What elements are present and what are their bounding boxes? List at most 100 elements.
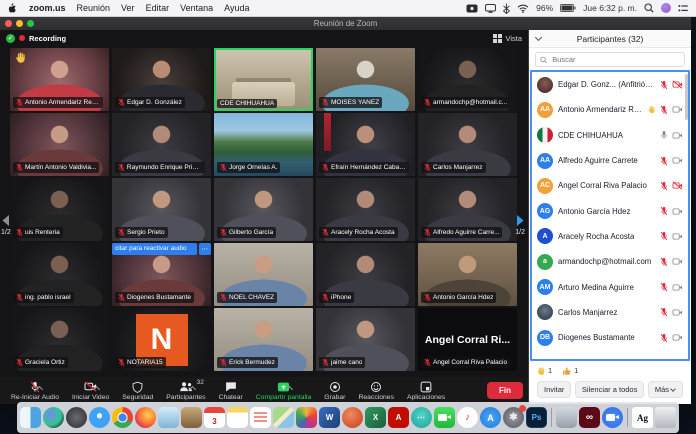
video-tile[interactable]: armandochp@hotmail.c... — [418, 48, 517, 111]
next-page-control[interactable]: 1/2 — [515, 214, 525, 236]
menu-reunion[interactable]: Reunión — [77, 3, 111, 13]
muted-mic-icon[interactable] — [660, 206, 668, 216]
display-icon[interactable] — [485, 4, 496, 13]
dock-excel-icon[interactable]: X — [365, 407, 386, 428]
participant-row[interactable]: AAracely Rocha Acosta — [532, 224, 688, 249]
thumbs-up-reaction-count[interactable]: 1 — [562, 366, 578, 376]
screen-record-icon[interactable] — [466, 4, 478, 13]
video-icon[interactable] — [672, 308, 683, 317]
video-icon[interactable] — [672, 333, 683, 342]
participants-search[interactable] — [535, 52, 685, 67]
muted-mic-icon[interactable] — [660, 156, 668, 166]
toolbar-chatear-button[interactable]: Chatear — [213, 377, 249, 404]
bluetooth-icon[interactable] — [503, 3, 510, 14]
dock-safari-icon[interactable] — [89, 407, 110, 428]
participant-row[interactable]: AAAntonio Armendariz Reyes — [532, 97, 688, 122]
dock-ag-icon[interactable]: Ag — [632, 407, 653, 428]
mic-icon[interactable] — [660, 130, 668, 140]
window-title-bar[interactable]: Reunión de Zoom — [0, 17, 691, 30]
zoom-window-button[interactable] — [27, 20, 34, 27]
video-tile[interactable]: Aracely Rocha Acosta — [316, 178, 415, 241]
participants-scrollbar[interactable] — [685, 74, 688, 120]
participant-row[interactable]: CDE CHIHUAHUA — [532, 123, 688, 148]
toolbar-re-iniciar-audio-button[interactable]: Re-Iniciar Audio — [5, 377, 65, 404]
muted-mic-icon[interactable] — [660, 307, 668, 317]
dock-zoom-icon[interactable] — [602, 407, 623, 428]
chevron-up-icon[interactable] — [190, 385, 195, 390]
dock-photos-icon[interactable] — [296, 407, 317, 428]
video-tile[interactable]: Raymundo Enrique Priet... — [112, 113, 211, 176]
muted-mic-icon[interactable] — [660, 181, 668, 191]
apple-logo-icon[interactable] — [8, 3, 18, 14]
toolbar-iniciar-video-button[interactable]: Iniciar Video — [66, 377, 115, 404]
dock-siri-icon[interactable] — [43, 407, 64, 428]
dock-preview-icon[interactable] — [158, 407, 179, 428]
dock-photoshop-icon[interactable]: Ps — [526, 407, 547, 428]
dock-contacts-icon[interactable] — [181, 407, 202, 428]
video-icon[interactable] — [672, 207, 683, 216]
menu-bar-clock[interactable]: Jue 6:32 p. m. — [583, 3, 637, 13]
participant-row[interactable]: Edgar D. Gonz... (Anfitrión, yo) — [532, 72, 688, 97]
view-button[interactable]: Vista — [493, 34, 522, 43]
tooltip-more-icon[interactable]: ⋯ — [199, 243, 212, 255]
dock-reminders-icon[interactable] — [250, 407, 271, 428]
dock-firefox-icon[interactable] — [135, 407, 156, 428]
dock-messages-icon[interactable]: ⋯ — [411, 407, 432, 428]
toolbar-aplicaciones-button[interactable]: Aplicaciones — [401, 377, 451, 404]
dock-cc-icon[interactable]: ∞ — [579, 407, 600, 428]
wifi-icon[interactable] — [517, 4, 529, 13]
muted-mic-icon[interactable] — [660, 105, 668, 115]
dock-music-icon[interactable]: ♪ — [457, 407, 478, 428]
participant-row[interactable]: AAAlfredo Aguirre Carrete — [532, 148, 688, 173]
tooltip-text[interactable]: citar para reactivar audio — [112, 243, 197, 255]
menu-editar[interactable]: Editar — [146, 3, 170, 13]
toolbar-reacciones-button[interactable]: Reacciones — [352, 377, 400, 404]
dock-launchpad-icon[interactable] — [66, 407, 87, 428]
video-tile[interactable]: Antonio García Hdez — [418, 243, 517, 306]
video-tile[interactable]: NOEL CHAVEZ — [214, 243, 313, 306]
dock-settings-icon[interactable]: ✱ — [503, 407, 524, 428]
video-off-icon[interactable] — [672, 181, 683, 190]
dock-calendar-icon[interactable]: 3 — [204, 407, 225, 428]
video-tile[interactable]: Sergio Prieto — [112, 178, 211, 241]
raised-hand-reaction-count[interactable]: 1 — [536, 366, 552, 376]
spotlight-icon[interactable] — [644, 3, 654, 13]
video-icon[interactable] — [672, 156, 683, 165]
muted-mic-icon[interactable] — [660, 80, 668, 90]
end-meeting-button[interactable]: Fin — [487, 382, 523, 399]
video-tile[interactable]: Carlos Manjarrez — [418, 113, 517, 176]
dock-trash-icon[interactable] — [655, 407, 676, 428]
participant-row[interactable]: aarmandochp@hotmail.com — [532, 249, 688, 274]
participant-row[interactable]: Carlos Manjarrez — [532, 300, 688, 325]
muted-mic-icon[interactable] — [660, 257, 668, 267]
invite-button[interactable]: Invitar — [537, 381, 571, 398]
video-icon[interactable] — [672, 131, 683, 140]
dock-appstore-icon[interactable]: A — [480, 407, 501, 428]
dock-notes-icon[interactable] — [227, 407, 248, 428]
collapse-panel-icon[interactable] — [536, 35, 542, 41]
video-icon[interactable] — [672, 105, 683, 114]
next-page-arrow-icon[interactable] — [516, 214, 525, 227]
chevron-up-icon[interactable] — [94, 385, 99, 390]
video-tile[interactable]: Antonio Armendariz Rey... — [10, 48, 109, 111]
video-tile[interactable]: uis Renteria — [10, 178, 109, 241]
search-input[interactable] — [550, 54, 680, 65]
close-window-button[interactable] — [5, 20, 12, 27]
toolbar-grabar-button[interactable]: Grabar — [318, 377, 351, 404]
video-tile[interactable]: N NOTARIA15 — [112, 308, 211, 371]
dock-shots-icon[interactable] — [556, 407, 577, 428]
video-tile[interactable]: ing. pablo israel — [10, 243, 109, 306]
video-tile[interactable]: Jorge Ornelas A. — [214, 113, 313, 176]
participant-row[interactable]: DBDiogenes Bustamante — [532, 325, 688, 350]
video-tile[interactable]: Angel Corral Ri... Angel Corral Riva Pal… — [418, 308, 517, 371]
ask-to-unmute-tooltip[interactable]: citar para reactivar audio ⋯ — [112, 243, 211, 255]
video-tile[interactable]: citar para reactivar audio ⋯ Diogenes Bu… — [112, 243, 211, 306]
toolbar-seguridad-button[interactable]: Seguridad — [116, 377, 159, 404]
chevron-up-icon[interactable] — [287, 385, 292, 390]
siri-icon[interactable] — [661, 3, 671, 13]
menu-zoom-us[interactable]: zoom.us — [29, 3, 66, 13]
participant-row[interactable]: ACAngel Corral Riva Palacio — [532, 173, 688, 198]
video-tile[interactable]: Efraín Hernández Cabal... — [316, 113, 415, 176]
dock-powerpoint-icon[interactable] — [342, 407, 363, 428]
dock-maps-icon[interactable] — [273, 407, 294, 428]
